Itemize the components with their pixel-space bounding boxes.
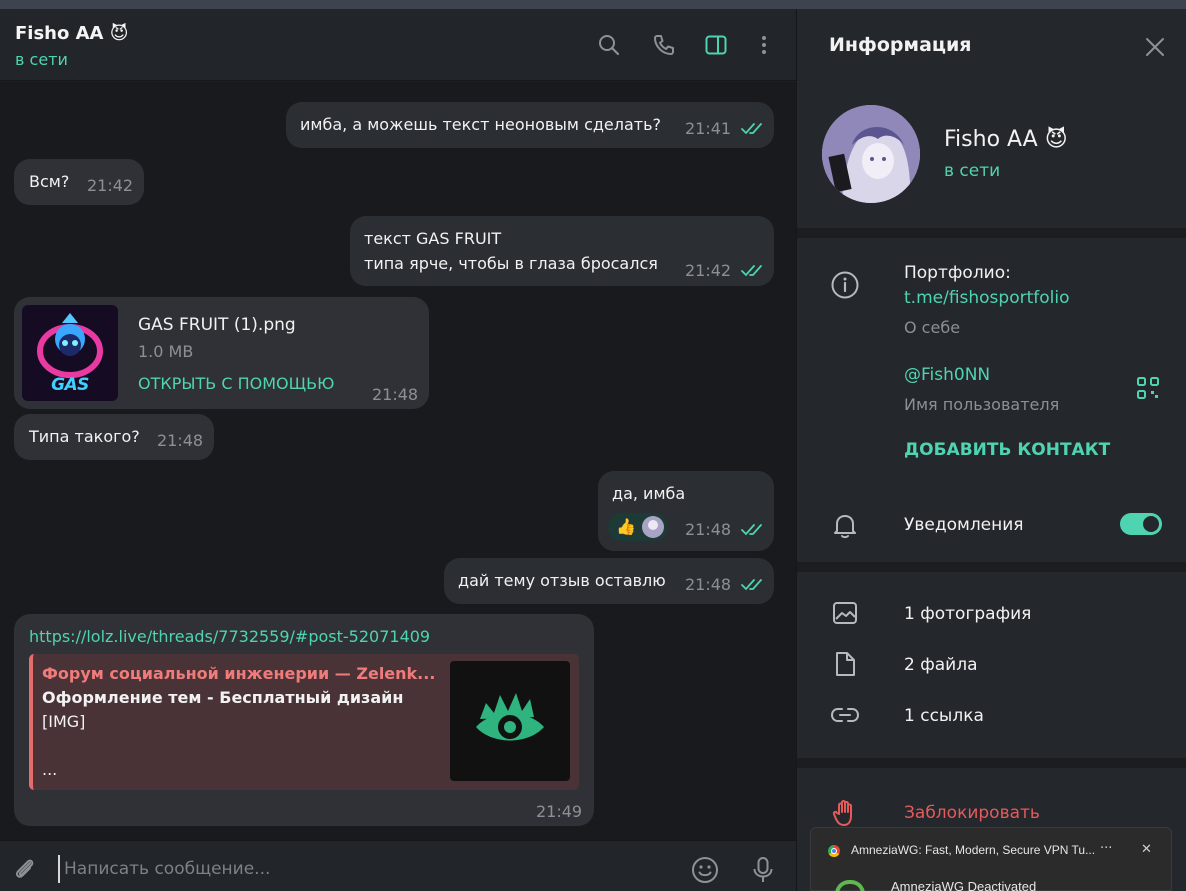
preview-ellipsis: ... xyxy=(42,760,58,779)
avatar[interactable] xyxy=(822,105,920,203)
open-with-button[interactable]: ОТКРЫТЬ С ПОМОЩЬЮ xyxy=(138,372,334,396)
browser-icon xyxy=(828,845,840,857)
username-caption: Имя пользователя xyxy=(904,395,1060,414)
toast-more-icon[interactable]: ··· xyxy=(1100,841,1112,856)
read-ticks-icon xyxy=(741,123,762,135)
message-time: 21:48 xyxy=(685,520,732,539)
notifications-toggle[interactable] xyxy=(1120,513,1162,535)
emoji-icon[interactable] xyxy=(690,855,720,885)
notifications-label: Уведомления xyxy=(904,515,1024,535)
amnezia-app-icon xyxy=(835,880,865,891)
preview-body: [IMG] xyxy=(42,712,86,731)
info-icon xyxy=(829,269,861,301)
message-input[interactable] xyxy=(58,855,658,883)
toast-title: AmneziaWG: Fast, Modern, Secure VPN Tu..… xyxy=(851,843,1096,857)
message-outgoing[interactable]: имба, а можешь текст неоновым сделать? 2… xyxy=(286,102,774,148)
sidebar-toggle-icon[interactable] xyxy=(702,31,730,59)
message-text: имба, а можешь текст неоновым сделать? xyxy=(300,115,662,134)
phone-icon[interactable] xyxy=(650,31,678,59)
bell-icon xyxy=(829,509,861,541)
username-value[interactable]: @Fish0NN xyxy=(904,365,990,385)
qr-code-icon[interactable] xyxy=(1137,377,1159,399)
message-time: 21:48 xyxy=(685,575,732,594)
more-vertical-icon[interactable] xyxy=(750,31,778,59)
block-button[interactable]: Заблокировать xyxy=(904,803,1040,823)
message-list[interactable]: имба, а можешь текст неоновым сделать? 2… xyxy=(0,82,796,840)
file-name: GAS FRUIT (1).png xyxy=(138,315,296,335)
reaction-chip[interactable]: 👍 xyxy=(608,513,668,541)
link-icon xyxy=(829,699,861,731)
thumbs-up-icon: 👍 xyxy=(616,517,636,536)
links-count[interactable]: 1 ссылка xyxy=(904,706,984,726)
read-ticks-icon xyxy=(741,524,762,536)
bio-caption: О себе xyxy=(904,318,961,337)
photos-count[interactable]: 1 фотография xyxy=(904,604,1031,624)
info-panel-title: Информация xyxy=(829,34,972,56)
preview-eye-logo xyxy=(450,661,570,781)
message-text-line: типа ярче, чтобы в глаза бросался xyxy=(364,254,658,273)
message-time: 21:48 xyxy=(157,431,204,450)
message-link-url[interactable]: https://lolz.live/threads/7732559/#post-… xyxy=(29,625,430,649)
block-hand-icon xyxy=(829,797,861,829)
add-contact-button[interactable]: ДОБАВИТЬ КОНТАКТ xyxy=(904,440,1110,460)
read-ticks-icon xyxy=(741,579,762,591)
toast-close-icon[interactable]: ✕ xyxy=(1141,842,1152,857)
message-link[interactable]: https://lolz.live/threads/7732559/#post-… xyxy=(14,614,594,826)
profile-name: Fisho AA 😈 xyxy=(944,127,1068,152)
section-divider xyxy=(797,562,1186,572)
message-incoming[interactable]: Всм? 21:42 xyxy=(14,159,144,205)
message-text: Типа такого? xyxy=(29,427,140,446)
profile-status: в сети xyxy=(944,161,1001,181)
message-time: 21:49 xyxy=(536,802,583,821)
devil-emoji-icon: 😈 xyxy=(1044,127,1068,152)
toast-subtitle: AmneziaWG Deactivated xyxy=(891,879,1037,891)
photo-icon xyxy=(829,597,861,629)
message-time: 21:48 xyxy=(372,385,419,404)
microphone-icon[interactable] xyxy=(748,855,778,885)
preview-title: Оформление тем - Бесплатный дизайн xyxy=(42,688,404,707)
attach-icon[interactable] xyxy=(10,855,38,883)
file-size: 1.0 MB xyxy=(138,342,194,361)
message-text: Всм? xyxy=(29,172,70,191)
thumbnail-caption: GAS FRUIT xyxy=(43,375,97,401)
devil-emoji-icon: 😈 xyxy=(109,23,129,44)
close-icon[interactable] xyxy=(1143,35,1167,59)
bio-label: Портфолио: xyxy=(904,263,1011,283)
system-notification-toast[interactable]: AmneziaWG: Fast, Modern, Secure VPN Tu..… xyxy=(810,827,1172,891)
message-text-line: текст GAS FRUIT xyxy=(364,229,502,248)
message-outgoing[interactable]: да, имба 👍 21:48 xyxy=(598,471,774,551)
bio-link[interactable]: t.me/fishosportfolio xyxy=(904,288,1070,308)
info-panel: Информация Fisho AA 😈 в сети Портфолио: … xyxy=(796,9,1186,891)
file-icon xyxy=(829,648,861,680)
message-text: дай тему отзыв оставлю xyxy=(458,571,666,590)
chat-header[interactable]: Fisho AA 😈 в сети xyxy=(0,9,796,81)
message-time: 21:42 xyxy=(87,176,134,195)
chat-title: Fisho AA 😈 xyxy=(15,23,129,44)
section-divider xyxy=(797,228,1186,238)
search-icon[interactable] xyxy=(595,31,623,59)
link-preview-card[interactable]: Форум социальной инженерии — Zelenk... О… xyxy=(29,654,579,790)
message-time: 21:41 xyxy=(685,119,732,138)
files-count[interactable]: 2 файла xyxy=(904,655,978,675)
read-ticks-icon xyxy=(741,265,762,277)
message-outgoing[interactable]: текст GAS FRUIT типа ярче, чтобы в глаза… xyxy=(350,216,774,286)
chat-status: в сети xyxy=(15,50,68,69)
message-file[interactable]: GAS FRUIT GAS FRUIT (1).png 1.0 MB ОТКРЫ… xyxy=(14,297,429,409)
composer[interactable] xyxy=(0,840,796,891)
window-top-strip xyxy=(0,0,1186,9)
section-divider xyxy=(797,758,1186,768)
message-incoming[interactable]: Типа такого? 21:48 xyxy=(14,414,214,460)
reactor-avatar xyxy=(642,516,664,538)
message-outgoing[interactable]: дай тему отзыв оставлю 21:48 xyxy=(444,558,774,604)
message-text: да, имба xyxy=(612,484,686,503)
message-time: 21:42 xyxy=(685,261,732,280)
preview-site-name: Форум социальной инженерии — Zelenk... xyxy=(42,664,436,683)
file-thumbnail[interactable]: GAS FRUIT xyxy=(22,305,118,401)
